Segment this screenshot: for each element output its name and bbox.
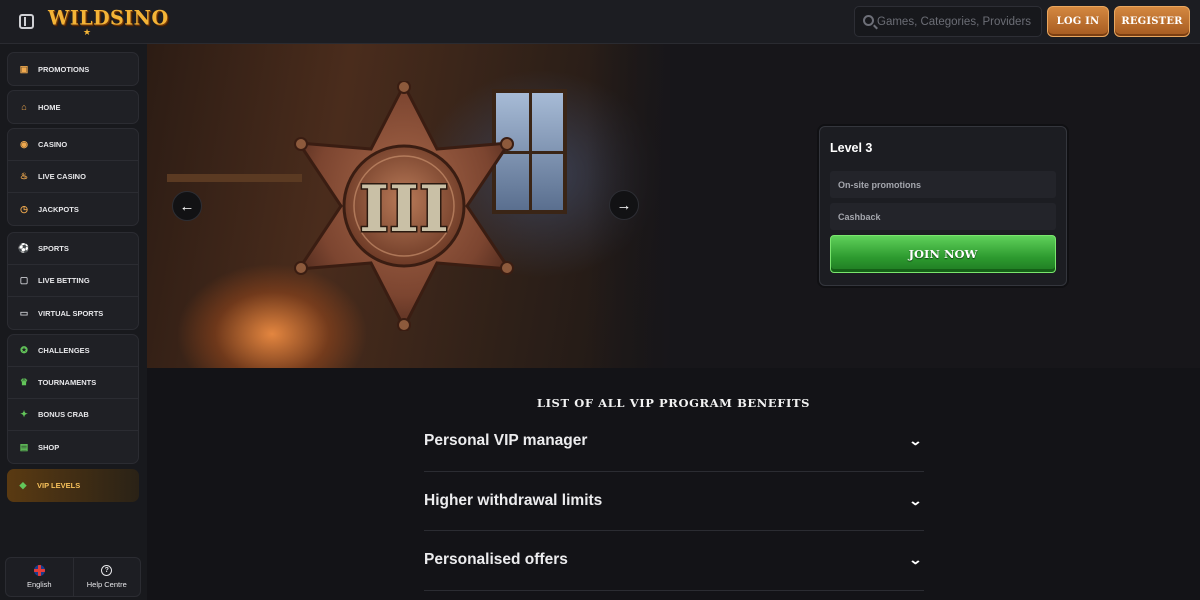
sidebar-item-label: VIP LEVELS xyxy=(37,481,81,490)
sidebar-item-label: SPORTS xyxy=(38,244,69,253)
sidebar-group-sports: ⚽ SPORTS ▢ LIVE BETTING ▭ VIRTUAL SPORTS xyxy=(7,232,139,330)
sidebar: ▣ PROMOTIONS ⌂ HOME ◉ CASINO ♨ LIVE CASI… xyxy=(0,44,147,600)
arrow-left-icon: ← xyxy=(179,197,195,215)
clock-icon: ◷ xyxy=(20,203,28,214)
arrow-right-icon: → xyxy=(616,196,632,214)
help-label: Help Centre xyxy=(86,580,127,589)
sidebar-group-casino: ◉ CASINO ♨ LIVE CASINO ◷ JACKPOTS xyxy=(7,128,139,226)
accordion-item[interactable]: Personalised offers ⌄ xyxy=(424,531,924,591)
level-benefit-row: On-site promotions xyxy=(830,171,1056,198)
sidebar-item-challenges[interactable]: ✪ CHALLENGES xyxy=(8,335,138,367)
language-label: English xyxy=(26,580,52,589)
ball-icon: ⚽ xyxy=(18,243,30,253)
logo[interactable]: WILDSINO xyxy=(48,6,169,29)
level-benefit-row: Cashback xyxy=(830,203,1056,230)
badge-numeral: III xyxy=(359,172,449,247)
sidebar-item-label: TOURNAMENTS xyxy=(38,378,97,387)
gift-icon: ▣ xyxy=(19,63,29,74)
home-icon: ⌂ xyxy=(21,101,27,112)
login-button[interactable]: LOG IN xyxy=(1047,6,1109,37)
level-card: Level 3 On-site promotions Cashback JOIN… xyxy=(819,126,1067,286)
help-icon: ? xyxy=(101,565,113,576)
register-button[interactable]: REGISTER xyxy=(1114,6,1190,37)
chevron-down-icon: ⌄ xyxy=(908,492,923,508)
sidebar-item-promotions[interactable]: ▣ PROMOTIONS xyxy=(8,53,138,85)
accordion-item-label: Personal VIP manager xyxy=(424,432,588,450)
gamepad-icon: ▭ xyxy=(19,307,29,318)
crab-icon: ✦ xyxy=(20,409,28,419)
accordion-item[interactable]: Higher withdrawal limits ⌄ xyxy=(424,472,924,531)
sidebar-item-jackpots[interactable]: ◷ JACKPOTS xyxy=(8,193,138,225)
language-button[interactable]: English xyxy=(6,558,74,596)
sidebar-item-label: JACKPOTS xyxy=(38,204,79,214)
chevron-down-icon: ⌄ xyxy=(908,552,923,568)
sidebar-footer: English ? Help Centre xyxy=(5,557,141,597)
chip-icon: ◉ xyxy=(20,139,28,149)
benefits-accordion: Personal VIP manager ⌄ Higher withdrawal… xyxy=(424,412,924,591)
sidebar-item-vip-levels[interactable]: ◆ VIP LEVELS xyxy=(7,469,139,502)
medal-icon: ✪ xyxy=(20,345,28,355)
sidebar-item-label: CASINO xyxy=(38,140,68,149)
sidebar-item-live-casino[interactable]: ♨ LIVE CASINO xyxy=(8,161,138,193)
sidebar-item-label: PROMOTIONS xyxy=(38,64,90,74)
top-header: WILDSINO ★ LOG IN REGISTER xyxy=(0,0,1200,44)
flame-icon: ♨ xyxy=(19,171,29,181)
shelf-image xyxy=(167,174,302,182)
join-now-button[interactable]: JOIN NOW xyxy=(830,235,1056,273)
sidebar-item-label: BONUS CRAB xyxy=(38,410,89,419)
sidebar-item-tournaments[interactable]: ♛ TOURNAMENTS xyxy=(8,367,138,399)
level-title: Level 3 xyxy=(830,141,873,155)
diamond-icon: ◆ xyxy=(19,480,27,490)
accordion-item-label: Personalised offers xyxy=(424,551,568,569)
logo-star-icon: ★ xyxy=(83,27,92,37)
uk-flag-icon xyxy=(33,565,45,576)
sidebar-group-promotions: ▣ PROMOTIONS xyxy=(7,52,139,86)
sidebar-item-label: VIRTUAL SPORTS xyxy=(38,308,104,318)
sidebar-item-bonus-crab[interactable]: ✦ BONUS CRAB xyxy=(8,399,138,431)
carousel-next-button[interactable]: → xyxy=(609,190,639,220)
live-icon: ▢ xyxy=(19,275,29,285)
search-box[interactable] xyxy=(854,6,1042,37)
trophy-icon: ♛ xyxy=(19,377,29,387)
sidebar-item-shop[interactable]: ▤ SHOP xyxy=(8,431,138,463)
sidebar-item-label: LIVE BETTING xyxy=(38,276,90,285)
sidebar-item-home[interactable]: ⌂ HOME xyxy=(8,91,138,123)
sidebar-toggle-icon[interactable] xyxy=(19,14,34,29)
accordion-item-label: Higher withdrawal limits xyxy=(424,491,603,509)
cabin-background-image: III xyxy=(147,44,677,368)
sidebar-item-sports[interactable]: ⚽ SPORTS xyxy=(8,233,138,265)
sidebar-item-live-betting[interactable]: ▢ LIVE BETTING xyxy=(8,265,138,297)
sidebar-item-virtual-sports[interactable]: ▭ VIRTUAL SPORTS xyxy=(8,297,138,329)
chevron-down-icon: ⌄ xyxy=(908,433,923,449)
search-input[interactable] xyxy=(877,7,1037,36)
sidebar-item-label: CHALLENGES xyxy=(38,346,90,355)
sidebar-item-label: SHOP xyxy=(38,442,60,452)
sheriff-star-badge-image: III xyxy=(294,81,514,331)
sidebar-item-casino[interactable]: ◉ CASINO xyxy=(8,129,138,161)
carousel-prev-button[interactable]: ← xyxy=(172,191,202,221)
search-icon xyxy=(863,15,874,26)
hero-banner: III ← → Level 3 On-site promotions Cashb… xyxy=(147,44,1200,368)
sidebar-item-label: HOME xyxy=(38,102,61,112)
help-centre-button[interactable]: ? Help Centre xyxy=(74,558,141,596)
benefits-heading: LIST OF ALL VIP PROGRAM BENEFITS xyxy=(536,396,811,410)
shop-icon: ▤ xyxy=(19,441,29,452)
sidebar-group-challenges: ✪ CHALLENGES ♛ TOURNAMENTS ✦ BONUS CRAB … xyxy=(7,334,139,464)
accordion-item[interactable]: Personal VIP manager ⌄ xyxy=(424,412,924,472)
sidebar-item-label: LIVE CASINO xyxy=(38,172,86,181)
sidebar-group-home: ⌂ HOME xyxy=(7,90,139,124)
